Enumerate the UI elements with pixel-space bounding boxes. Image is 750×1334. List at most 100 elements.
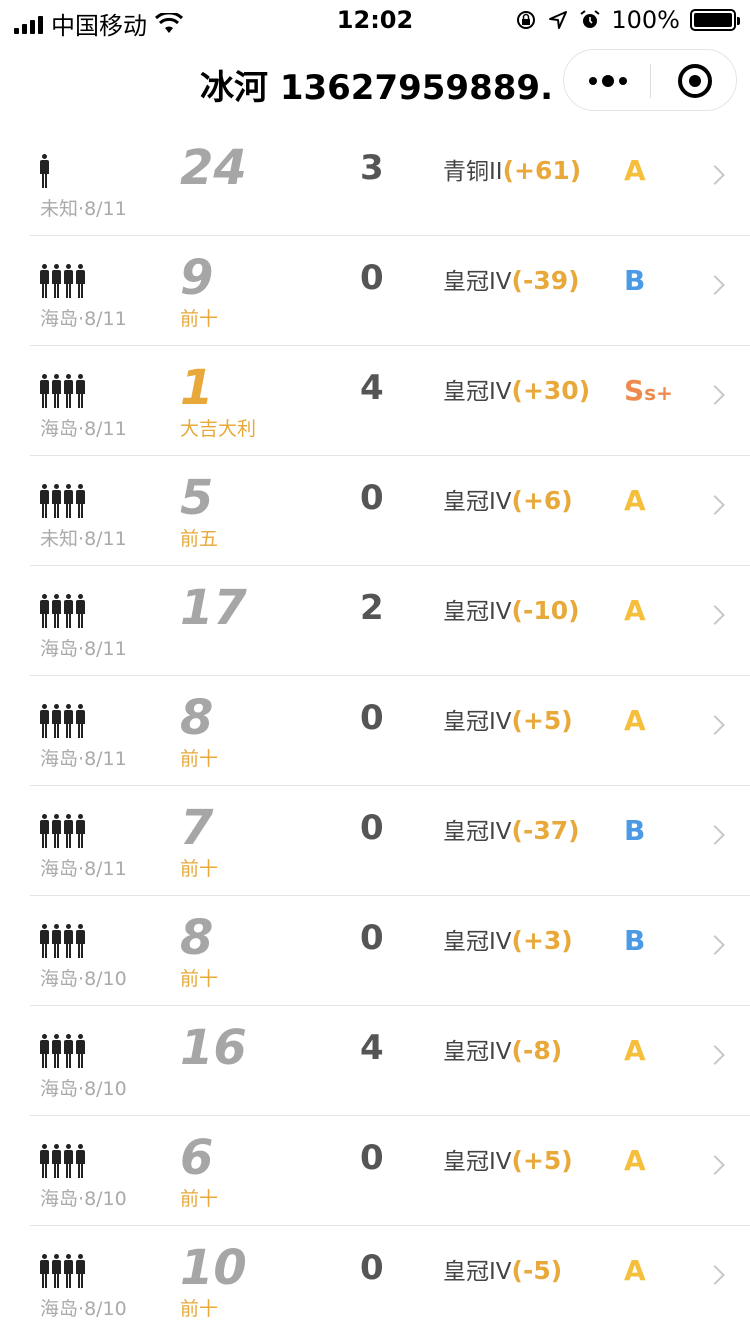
player-icon [52, 1034, 61, 1068]
kill-count: 0 [360, 808, 384, 848]
match-date: 8/11 [84, 528, 127, 550]
grade-badge: Ss+ [624, 374, 673, 407]
match-row[interactable]: 未知·8/11 5 前五 0 皇冠IV(+6) A [30, 456, 750, 566]
placement-rank: 1 [180, 360, 214, 416]
tier-name: 皇冠IV [443, 929, 512, 955]
match-row[interactable]: 海岛·8/11 9 前十 0 皇冠IV(-39) B [30, 236, 750, 346]
tier-name: 皇冠IV [443, 269, 512, 295]
map-name: 海岛 [40, 1078, 79, 1100]
kill-count: 2 [360, 588, 384, 628]
kill-count: 0 [360, 1248, 384, 1288]
player-icon [40, 374, 49, 408]
placement-label: 大吉大利 [180, 418, 257, 440]
match-meta: 海岛·8/11 [40, 304, 127, 331]
match-meta: 海岛·8/10 [40, 1294, 127, 1321]
match-row[interactable]: 海岛·8/10 8 前十 0 皇冠IV(+3) B [30, 896, 750, 1006]
points-change: (+5) [511, 706, 573, 735]
kill-count: 0 [360, 698, 384, 738]
squad-size-icon [40, 264, 85, 298]
match-row[interactable]: 海岛·8/11 8 前十 0 皇冠IV(+5) A [30, 676, 750, 786]
tier-change: 皇冠IV(-8) [443, 1032, 562, 1066]
player-icon [64, 594, 73, 628]
rotation-lock-icon [517, 11, 536, 29]
player-icon [64, 704, 73, 738]
points-change: (+6) [511, 486, 573, 515]
player-icon [40, 154, 49, 188]
kill-count: 0 [360, 918, 384, 958]
chevron-right-icon [705, 385, 725, 405]
match-date: 8/11 [84, 308, 127, 330]
player-icon [76, 374, 85, 408]
battery-percent: 100% [611, 6, 680, 34]
tier-name: 青铜II [443, 159, 503, 185]
grade-badge: A [624, 154, 646, 187]
close-button[interactable] [651, 50, 738, 112]
tier-change: 皇冠IV(-10) [443, 592, 580, 626]
map-name: 海岛 [40, 858, 79, 880]
match-meta: 海岛·8/11 [40, 854, 127, 881]
map-name: 海岛 [40, 1298, 79, 1320]
match-row[interactable]: 海岛·8/10 10 前十 0 皇冠IV(-5) A [30, 1226, 750, 1334]
player-icon [52, 704, 61, 738]
grade-badge: B [624, 814, 645, 847]
player-icon [40, 1254, 49, 1288]
match-row[interactable]: 海岛·8/11 1 大吉大利 4 皇冠IV(+30) Ss+ [30, 346, 750, 456]
menu-capsule [563, 49, 737, 111]
tier-change: 青铜II(+61) [443, 152, 581, 186]
points-change: (+3) [511, 926, 573, 955]
player-icon [76, 1034, 85, 1068]
player-icon [76, 484, 85, 518]
squad-size-icon [40, 1034, 85, 1068]
status-bar: 中国移动 12:02 100% [0, 0, 750, 40]
points-change: (+5) [511, 1146, 573, 1175]
match-date: 8/10 [84, 968, 127, 990]
map-name: 海岛 [40, 1188, 79, 1210]
player-icon [40, 814, 49, 848]
kill-count: 4 [360, 368, 384, 408]
player-icon [76, 814, 85, 848]
chevron-right-icon [705, 605, 725, 625]
squad-size-icon [40, 1254, 85, 1288]
match-row[interactable]: 海岛·8/11 7 前十 0 皇冠IV(-37) B [30, 786, 750, 896]
tier-change: 皇冠IV(+6) [443, 482, 573, 516]
grade-badge: A [624, 1034, 646, 1067]
map-name: 海岛 [40, 308, 79, 330]
match-row[interactable]: 海岛·8/10 16 4 皇冠IV(-8) A [30, 1006, 750, 1116]
grade-badge: A [624, 1254, 646, 1287]
chevron-right-icon [705, 165, 725, 185]
tier-change: 皇冠IV(-5) [443, 1252, 562, 1286]
points-change: (-37) [511, 816, 580, 845]
grade-letter: A [624, 1144, 646, 1177]
chevron-right-icon [705, 275, 725, 295]
map-name: 未知 [40, 528, 79, 550]
squad-size-icon [40, 704, 85, 738]
battery-icon [690, 9, 740, 31]
kill-count: 4 [360, 1028, 384, 1068]
squad-size-icon [40, 814, 85, 848]
player-icon [64, 1254, 73, 1288]
player-icon [76, 924, 85, 958]
placement-label: 前十 [180, 858, 219, 880]
player-icon [40, 264, 49, 298]
match-row[interactable]: 海岛·8/10 6 前十 0 皇冠IV(+5) A [30, 1116, 750, 1226]
grade-letter: A [624, 1254, 646, 1287]
match-row[interactable]: 未知·8/11 24 3 青铜II(+61) A [30, 126, 750, 236]
match-meta: 海岛·8/11 [40, 744, 127, 771]
kill-count: 3 [360, 148, 384, 188]
placement-rank: 5 [180, 470, 214, 526]
player-icon [76, 1254, 85, 1288]
grade-letter: A [624, 594, 646, 627]
map-name: 海岛 [40, 638, 79, 660]
tier-change: 皇冠IV(-37) [443, 812, 580, 846]
more-button[interactable] [564, 50, 651, 112]
kill-count: 0 [360, 258, 384, 298]
player-icon [52, 374, 61, 408]
chevron-right-icon [705, 495, 725, 515]
match-row[interactable]: 海岛·8/11 17 2 皇冠IV(-10) A [30, 566, 750, 676]
match-meta: 海岛·8/11 [40, 414, 127, 441]
player-icon [40, 704, 49, 738]
player-icon [76, 704, 85, 738]
points-change: (-5) [511, 1256, 563, 1285]
player-icon [64, 1034, 73, 1068]
player-icon [76, 264, 85, 298]
